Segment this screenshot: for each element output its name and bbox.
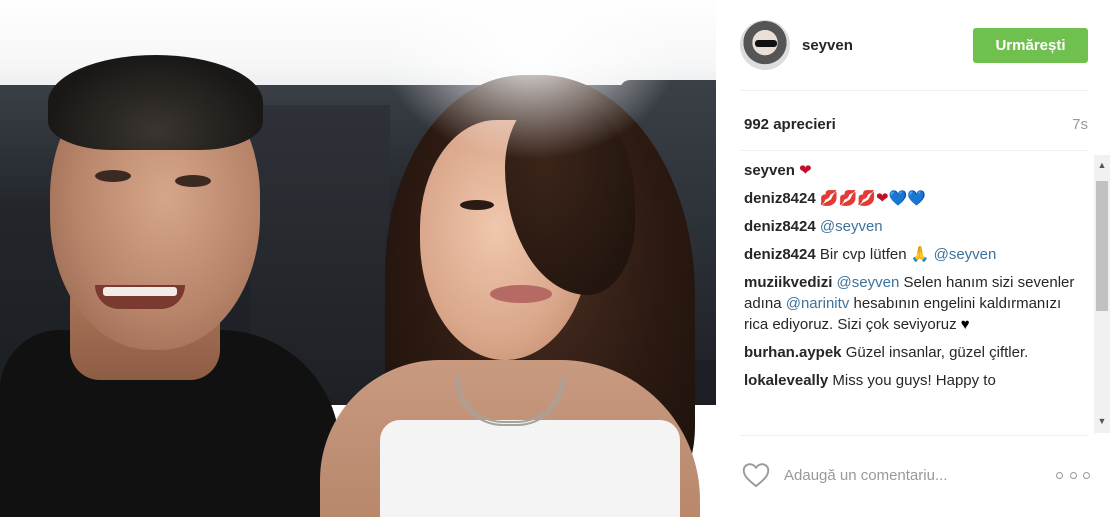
comment-text: Miss you guys! Happy to [832, 372, 996, 389]
comment-item: seyven ❤ [744, 160, 1086, 181]
woman-top [380, 420, 680, 517]
comment-item: lokaleveally Miss you guys! Happy to [744, 370, 1086, 391]
post-header: seyven Urmărești [740, 18, 1088, 72]
comment-item: deniz8424 @seyven [744, 216, 1086, 237]
comment-item: deniz8424 💋💋💋❤💙💙 [744, 188, 1086, 209]
triangle-up-icon[interactable]: ▲ [1094, 157, 1110, 173]
comment-username[interactable]: burhan.aypek [744, 344, 842, 361]
comment-username[interactable]: deniz8424 [744, 218, 816, 235]
comment-emoji: 💙💙 [888, 190, 926, 207]
post-username[interactable]: seyven [802, 37, 973, 54]
heart-outline-icon [742, 463, 770, 488]
comment-username[interactable]: lokaleveally [744, 372, 828, 389]
likes-row: 992 aprecieri 7s [744, 116, 1088, 138]
divider [740, 435, 1088, 436]
comment-form [740, 455, 1090, 495]
comment-mention[interactable]: @narinitv [786, 295, 850, 312]
comment-item: deniz8424 Bir cvp lütfen 🙏 @seyven [744, 244, 1086, 265]
man-eye-right [175, 175, 211, 187]
comment-text: Bir cvp lütfen 🙏 [819, 246, 934, 263]
divider [740, 150, 1088, 151]
man-eye-left [95, 170, 131, 182]
comment-mention[interactable]: @seyven [934, 246, 997, 263]
comments-list[interactable]: seyven ❤ deniz8424 💋💋💋❤💙💙 deniz8424 @seyve… [744, 160, 1086, 433]
comment-username[interactable]: deniz8424 [744, 246, 816, 263]
comment-item: muziikvedizi @seyven Selen hanım sizi se… [744, 272, 1086, 335]
post-time[interactable]: 7s [1072, 116, 1088, 138]
woman-eye [460, 200, 494, 210]
likes-count[interactable]: 992 aprecieri [744, 116, 836, 138]
comment-text: Güzel insanlar, güzel çiftler. [845, 344, 1029, 361]
avatar[interactable] [740, 20, 790, 70]
comment-item: burhan.aypek Güzel insanlar, güzel çiftl… [744, 342, 1086, 363]
woman-lips [490, 285, 552, 303]
following-button[interactable]: Urmărești [973, 27, 1088, 63]
post-photo[interactable] [0, 0, 716, 517]
triangle-down-icon[interactable]: ▼ [1094, 413, 1110, 429]
post-view: seyven Urmărești 992 aprecieri 7s seyven… [0, 0, 1110, 517]
comment-emoji: ❤ [799, 162, 812, 179]
like-button[interactable] [740, 459, 772, 491]
light-glare [380, 0, 680, 160]
post-sidebar: seyven Urmărești 992 aprecieri 7s seyven… [716, 0, 1110, 517]
comments-scrollbar[interactable]: ▲ ▼ [1094, 155, 1110, 433]
more-options-icon[interactable] [1056, 465, 1090, 485]
comment-username[interactable]: seyven [744, 162, 795, 179]
comment-input[interactable] [784, 466, 1056, 484]
comment-username[interactable]: muziikvedizi [744, 274, 832, 291]
comment-mention[interactable]: @seyven [837, 274, 900, 291]
scroll-thumb[interactable] [1096, 181, 1108, 311]
comment-mention[interactable]: @seyven [820, 218, 883, 235]
comment-username[interactable]: deniz8424 [744, 190, 816, 207]
man-teeth [103, 287, 177, 296]
divider [740, 90, 1088, 91]
comment-emoji: ♥ [960, 316, 970, 333]
man-hair [48, 55, 263, 150]
avatar-sunglasses [755, 40, 777, 47]
comment-emoji: 💋💋💋❤ [819, 190, 889, 207]
